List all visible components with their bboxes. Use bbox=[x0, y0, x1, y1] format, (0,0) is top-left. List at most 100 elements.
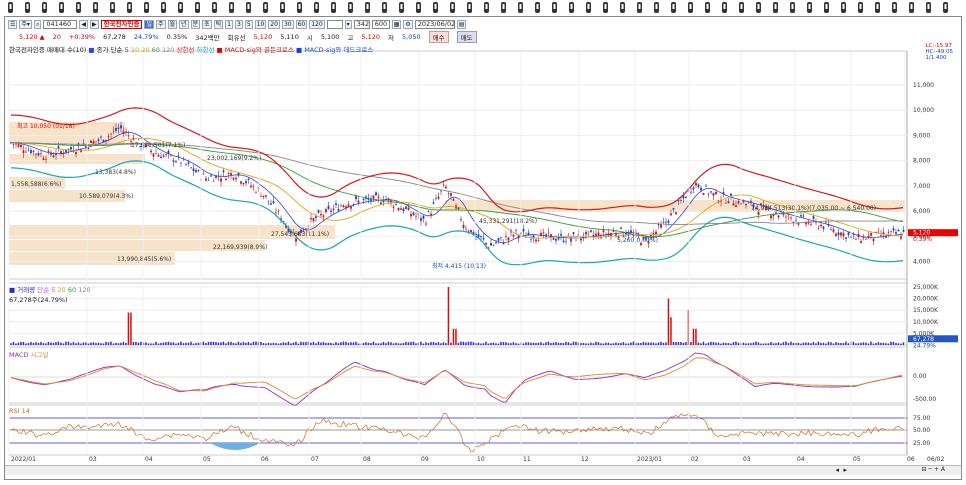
volume-bar bbox=[45, 343, 47, 345]
volume-bar bbox=[495, 343, 497, 345]
price-tick: 10,000 bbox=[913, 107, 934, 114]
candle-body bbox=[245, 181, 247, 184]
legend-rsi: RSI 14 bbox=[9, 407, 30, 415]
candle-body bbox=[887, 232, 890, 234]
volume-bar bbox=[100, 343, 102, 345]
volume-bar bbox=[85, 342, 87, 345]
candle-body bbox=[675, 212, 677, 214]
volume-bar bbox=[725, 342, 727, 345]
candle-body bbox=[442, 184, 445, 186]
candle-body bbox=[830, 229, 832, 231]
volume-bar bbox=[155, 341, 157, 345]
volume-bar bbox=[52, 342, 55, 345]
volume-bar bbox=[647, 342, 650, 345]
volume-bar bbox=[427, 343, 430, 345]
volume-bar bbox=[875, 343, 877, 345]
volume-bar bbox=[392, 343, 395, 345]
volume-bar bbox=[347, 342, 350, 345]
volume-bar bbox=[412, 341, 415, 345]
volume-bar bbox=[532, 342, 535, 345]
candle-body bbox=[405, 206, 407, 209]
candle-body bbox=[110, 133, 112, 135]
x-tick-end: 06/02 bbox=[927, 456, 944, 463]
volume-bar bbox=[467, 341, 470, 345]
volume-bar bbox=[32, 342, 35, 345]
candle-body bbox=[25, 151, 27, 153]
candle-body bbox=[150, 150, 152, 153]
legend-lower: 하한선 bbox=[196, 46, 215, 54]
volume-bar bbox=[655, 343, 657, 345]
volume-bar bbox=[295, 341, 297, 345]
candle-body bbox=[117, 127, 120, 129]
volume-bar bbox=[95, 343, 97, 345]
volume-bar bbox=[797, 342, 800, 345]
candle-body bbox=[590, 230, 592, 232]
candle-body bbox=[567, 234, 570, 236]
volume-bar bbox=[447, 287, 450, 345]
volume-bar bbox=[830, 342, 832, 345]
volume-bar bbox=[452, 328, 455, 345]
volume-bar bbox=[217, 342, 220, 345]
candle-body bbox=[270, 203, 272, 205]
candle-body bbox=[877, 231, 880, 233]
volume-bar bbox=[870, 341, 872, 345]
candle-body bbox=[317, 210, 320, 213]
scroll-right-icon[interactable]: ▸ bbox=[843, 466, 847, 474]
volume-bar bbox=[610, 343, 612, 345]
volume-bar bbox=[335, 342, 337, 345]
candle-body bbox=[312, 218, 315, 222]
volume-bar bbox=[805, 342, 807, 345]
volume-bar bbox=[502, 342, 505, 345]
candle-body bbox=[715, 191, 717, 195]
volume-bar bbox=[527, 342, 530, 345]
scroll-left-icon[interactable]: ◂ bbox=[835, 466, 839, 474]
candle-body bbox=[160, 156, 162, 159]
vol-tick: 15,000K bbox=[913, 307, 939, 314]
candle-body bbox=[837, 232, 840, 236]
volume-bar bbox=[220, 342, 222, 345]
volume-bar bbox=[892, 341, 895, 345]
volume-bar bbox=[240, 342, 242, 345]
volume-bar bbox=[175, 343, 177, 345]
candle-body bbox=[865, 239, 867, 240]
candle-body bbox=[860, 241, 862, 243]
volume-bar bbox=[90, 342, 92, 345]
volume-bar bbox=[402, 342, 405, 345]
candle-body bbox=[17, 144, 20, 147]
volume-bar bbox=[280, 343, 282, 345]
candle-body bbox=[172, 160, 175, 162]
candle-body bbox=[790, 217, 792, 219]
annotation-label: 27,543,683(11.1%) bbox=[271, 231, 329, 238]
candle-body bbox=[15, 143, 17, 145]
candle-body bbox=[810, 223, 812, 225]
volume-bar bbox=[232, 343, 235, 345]
volume-bar bbox=[807, 342, 810, 345]
volume-bar bbox=[512, 342, 515, 345]
candle-body bbox=[205, 178, 207, 181]
candle-body bbox=[587, 231, 590, 233]
volume-bar bbox=[702, 341, 705, 345]
price-tag-pct: 0.39% bbox=[913, 236, 932, 243]
volume-bar bbox=[187, 342, 190, 345]
candle-body bbox=[410, 213, 412, 217]
volume-bar bbox=[780, 343, 782, 345]
price-chart[interactable]: 11,00010,0009,0008,0007,0006,0005,0004,0… bbox=[5, 17, 961, 464]
candle-body bbox=[40, 153, 42, 154]
candle-body bbox=[730, 193, 732, 196]
zoom-controls[interactable]: ⊟ ─ + A bbox=[922, 466, 946, 473]
chart-scrollbar[interactable]: ◂ ▸ ⊟ ─ + A bbox=[5, 465, 961, 475]
candle-body bbox=[462, 225, 465, 228]
volume-bar bbox=[250, 343, 252, 345]
volume-bar bbox=[300, 341, 302, 345]
candle-body bbox=[227, 173, 230, 174]
chart-window: ☰ 주▾ ⌕ 041460 ◀ ▶ 한국전자인증 일 주 월 년 분 초 틱 1… bbox=[4, 16, 962, 480]
candle-body bbox=[177, 155, 180, 157]
legend-upper: 상한선 bbox=[176, 46, 195, 54]
volume-bar bbox=[107, 342, 110, 345]
candle-body bbox=[580, 238, 582, 241]
candle-body bbox=[90, 140, 92, 143]
candle-body bbox=[822, 226, 825, 229]
candle-body bbox=[485, 242, 487, 245]
volume-bar bbox=[290, 343, 292, 345]
volume-bar bbox=[310, 342, 312, 345]
